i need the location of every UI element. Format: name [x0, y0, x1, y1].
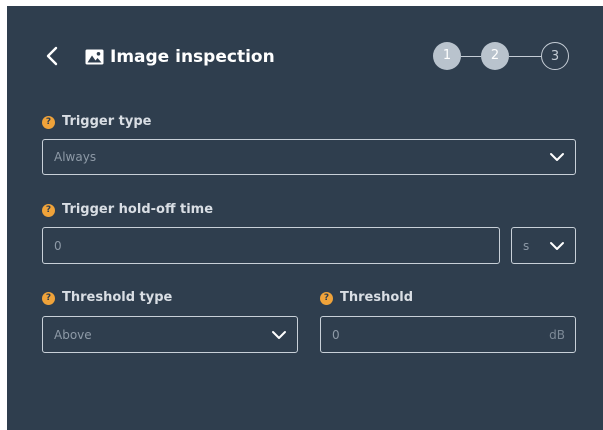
step-3[interactable]: 3 [541, 42, 569, 70]
trigger-type-value: Always [54, 150, 97, 164]
trigger-type-label: ? Trigger type [42, 114, 151, 130]
threshold-type-label: ? Threshold type [42, 290, 172, 306]
threshold-label-text: Threshold [340, 290, 414, 305]
trigger-type-label-text: Trigger type [62, 114, 152, 129]
hold-off-label-text: Trigger hold-off time [62, 202, 214, 217]
hold-off-label: ? Trigger hold-off time [42, 202, 213, 218]
step-2[interactable]: 2 [481, 42, 509, 70]
hold-off-unit-select[interactable]: s [511, 227, 576, 264]
image-icon [85, 49, 104, 65]
step-1[interactable]: 1 [433, 42, 461, 70]
help-icon[interactable]: ? [42, 115, 55, 129]
hold-off-input[interactable]: 0 [42, 227, 500, 264]
panel-header: Image inspection 1 2 3 [7, 6, 603, 106]
page-title: Image inspection [110, 47, 275, 67]
threshold-type-label-text: Threshold type [62, 290, 173, 305]
step-connector [461, 56, 481, 57]
threshold-type-value: Above [54, 327, 92, 342]
inspection-panel: Image inspection 1 2 3 ? Trigger type Al… [7, 6, 603, 430]
chevron-down-icon [272, 330, 286, 339]
step-indicator: 1 2 3 [433, 42, 578, 72]
hold-off-unit-value: s [523, 238, 530, 253]
hold-off-value: 0 [54, 238, 62, 253]
help-icon[interactable]: ? [42, 291, 55, 305]
threshold-input[interactable]: 0 dB [320, 316, 576, 353]
threshold-label: ? Threshold [320, 290, 413, 306]
back-button[interactable] [43, 44, 61, 68]
threshold-type-select[interactable]: Above [42, 316, 298, 353]
help-icon[interactable]: ? [320, 291, 333, 305]
step-connector [509, 56, 541, 57]
help-icon[interactable]: ? [42, 203, 55, 217]
threshold-value: 0 [332, 327, 340, 342]
chevron-left-icon [46, 46, 58, 66]
threshold-unit: dB [549, 327, 565, 342]
chevron-down-icon [550, 241, 564, 250]
trigger-type-select[interactable]: Always [42, 139, 576, 175]
chevron-down-icon [550, 153, 564, 161]
